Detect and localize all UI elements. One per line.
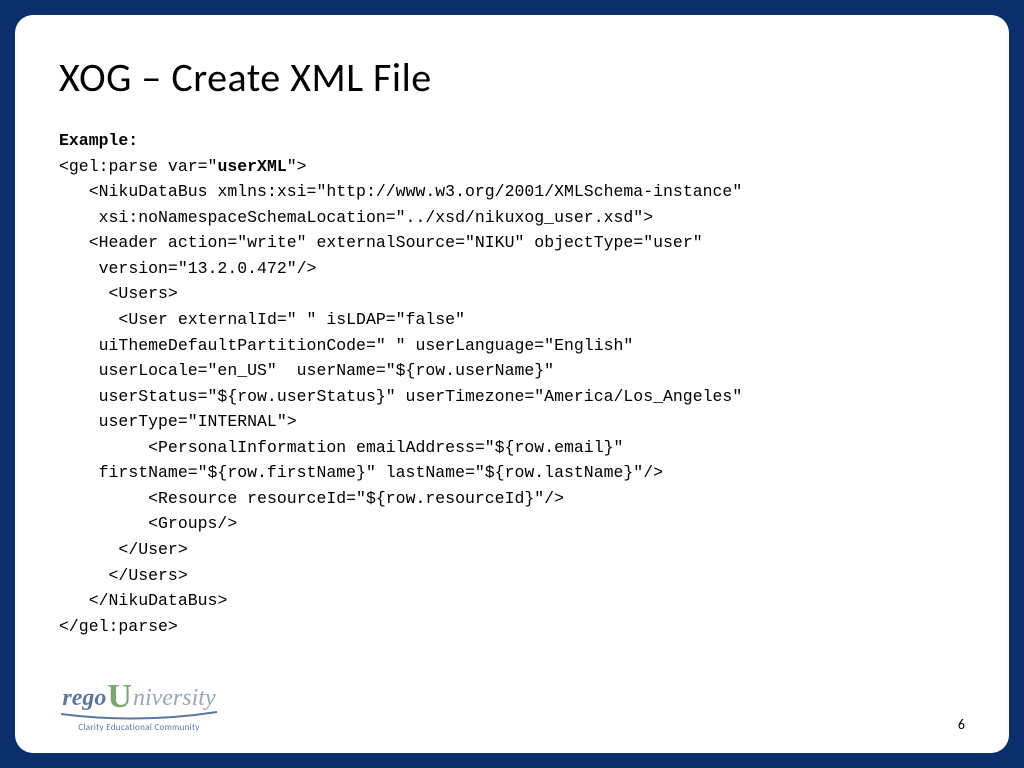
code-line: <Resource resourceId="${row.resourceId}"… bbox=[59, 489, 564, 508]
code-line: xsi:noNamespaceSchemaLocation="../xsd/ni… bbox=[59, 208, 653, 227]
code-line: </Users> bbox=[59, 566, 188, 585]
code-line: uiThemeDefaultPartitionCode=" " userLang… bbox=[59, 336, 633, 355]
code-line: firstName="${row.firstName}" lastName="$… bbox=[59, 463, 663, 482]
code-line: <Groups/> bbox=[59, 514, 237, 533]
code-line: <Header action="write" externalSource="N… bbox=[59, 233, 703, 252]
code-line: <Users> bbox=[59, 284, 178, 303]
logo-text-niv: niversity bbox=[133, 686, 216, 710]
code-line: <User externalId=" " isLDAP="false" bbox=[59, 310, 465, 329]
code-example: Example: <gel:parse var="userXML"> <Niku… bbox=[59, 128, 965, 639]
code-line: <NikuDataBus xmlns:xsi="http://www.w3.or… bbox=[59, 182, 742, 201]
logo-wordmark: regoUniversity bbox=[62, 678, 215, 712]
logo-tagline: Clarity Educational Community bbox=[78, 722, 199, 733]
code-line: userType="INTERNAL"> bbox=[59, 412, 297, 431]
logo: regoUniversity Clarity Educational Commu… bbox=[59, 678, 219, 733]
code-line: <PersonalInformation emailAddress="${row… bbox=[59, 438, 623, 457]
logo-text-rego: rego bbox=[62, 686, 106, 710]
code-line: </NikuDataBus> bbox=[59, 591, 227, 610]
code-line: </User> bbox=[59, 540, 188, 559]
code-line: "> bbox=[287, 157, 307, 176]
example-label: Example: bbox=[59, 131, 138, 150]
logo-swoosh-icon bbox=[59, 710, 219, 720]
code-line: </gel:parse> bbox=[59, 617, 178, 636]
footer: regoUniversity Clarity Educational Commu… bbox=[59, 678, 965, 733]
code-line: userLocale="en_US" userName="${row.userN… bbox=[59, 361, 554, 380]
code-line: version="13.2.0.472"/> bbox=[59, 259, 316, 278]
code-line: <gel:parse var=" bbox=[59, 157, 217, 176]
page-number: 6 bbox=[958, 716, 965, 733]
logo-text-u: U bbox=[107, 680, 132, 714]
code-line: userStatus="${row.userStatus}" userTimez… bbox=[59, 387, 742, 406]
slide: XOG – Create XML File Example: <gel:pars… bbox=[15, 15, 1009, 753]
code-var: userXML bbox=[217, 157, 286, 176]
slide-title: XOG – Create XML File bbox=[59, 53, 965, 102]
